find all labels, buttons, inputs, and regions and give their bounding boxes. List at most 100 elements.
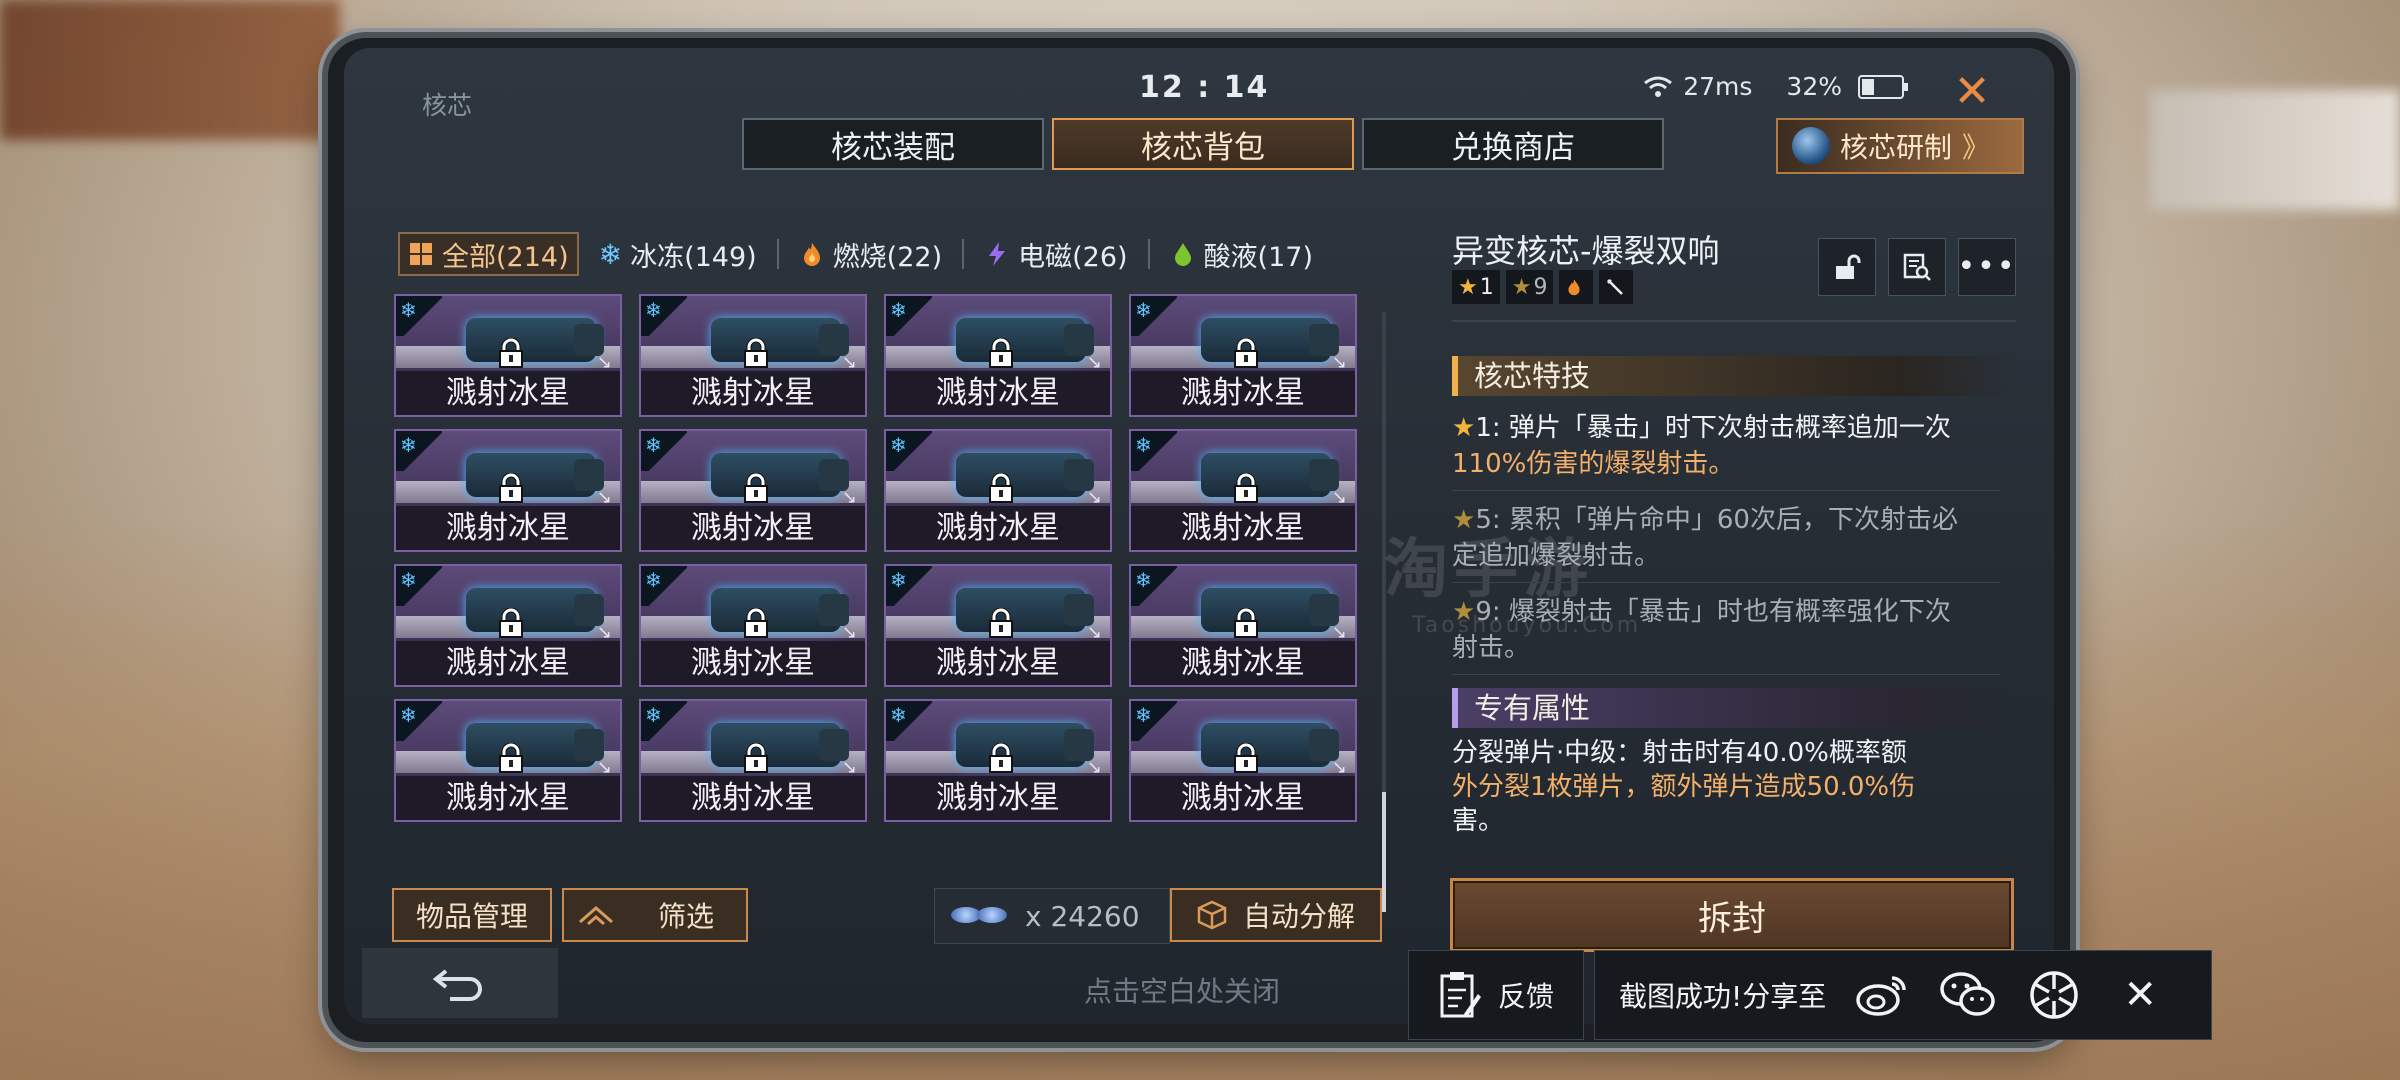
arrow-icon: ↘ bbox=[1086, 352, 1102, 373]
ice-element-icon: ❄ bbox=[400, 568, 417, 592]
filter-all[interactable]: 全部(214) bbox=[398, 232, 579, 276]
filter-ice[interactable]: ❄ 冰冻(149) bbox=[593, 234, 763, 274]
weibo-button[interactable] bbox=[1852, 965, 1912, 1025]
undo-icon bbox=[432, 969, 482, 1001]
core-item-card[interactable]: ❄ ↘ 溅射冰星 bbox=[394, 294, 622, 417]
close-icon: ✕ bbox=[2123, 972, 2157, 1018]
arrow-icon: ↘ bbox=[596, 352, 612, 373]
battery-percent: 32% bbox=[1786, 72, 1842, 101]
filter-acid[interactable]: 酸液(17) bbox=[1164, 234, 1319, 274]
lock-icon bbox=[1234, 743, 1258, 773]
core-item-card[interactable]: ❄ ↘ 溅射冰星 bbox=[884, 564, 1112, 687]
skill-text: 9: 爆裂射击「暴击」时也有概率强化下次 bbox=[1475, 597, 1951, 627]
flame-icon bbox=[803, 243, 820, 266]
core-name: 异变核芯-爆裂双响 bbox=[1452, 232, 1720, 270]
core-item-name: 溅射冰星 bbox=[1131, 776, 1355, 820]
arrow-icon: ↘ bbox=[596, 757, 612, 778]
core-item-image bbox=[956, 723, 1094, 767]
ice-element-icon: ❄ bbox=[1135, 298, 1152, 322]
tab-exchange-shop[interactable]: 兑换商店 bbox=[1362, 118, 1664, 170]
core-item-image bbox=[466, 588, 604, 632]
core-item-card[interactable]: ❄ ↘ 溅射冰星 bbox=[1129, 429, 1357, 552]
core-item-card[interactable]: ❄ ↘ 溅射冰星 bbox=[639, 564, 867, 687]
filter-fire[interactable]: 燃烧(22) bbox=[793, 234, 948, 274]
core-item-image bbox=[1201, 453, 1339, 497]
star-icon: ★ bbox=[1452, 413, 1476, 443]
arrow-icon: ↘ bbox=[1086, 487, 1102, 508]
divider bbox=[776, 239, 779, 269]
background-shelf bbox=[0, 0, 340, 140]
item-management-label: 物品管理 bbox=[415, 900, 528, 933]
core-item-image bbox=[1201, 723, 1339, 767]
grid-scrollbar[interactable] bbox=[1382, 312, 1386, 912]
flame-icon bbox=[1568, 279, 1581, 296]
filter-electro[interactable]: 电磁(26) bbox=[978, 234, 1133, 274]
lock-icon bbox=[744, 743, 768, 773]
ice-element-icon: ❄ bbox=[1135, 433, 1152, 457]
ice-element-icon: ❄ bbox=[645, 568, 662, 592]
share-bar: 截图成功!分享至 ✕ bbox=[1594, 950, 2212, 1040]
ice-element-icon: ❄ bbox=[645, 298, 662, 322]
snowflake-icon: ❄ bbox=[598, 237, 623, 271]
arrow-icon: ↘ bbox=[841, 352, 857, 373]
lock-icon bbox=[499, 338, 523, 368]
core-research-button[interactable]: 核芯研制 》 bbox=[1776, 118, 2024, 174]
core-item-card[interactable]: ❄ ↘ 溅射冰星 bbox=[394, 699, 622, 822]
core-item-image bbox=[711, 453, 849, 497]
item-management-button[interactable]: 物品管理 bbox=[392, 888, 552, 942]
skill-text: 1: 弹片「暴击」时下次射击概率追加一次 bbox=[1475, 413, 1951, 443]
core-item-card[interactable]: ❄ ↘ 溅射冰星 bbox=[884, 294, 1112, 417]
battery-icon bbox=[1858, 74, 1908, 99]
filter-button[interactable]: 筛选 bbox=[562, 888, 748, 942]
moments-button[interactable] bbox=[2024, 965, 2084, 1025]
element-filter-bar: 全部(214) ❄ 冰冻(149) 燃烧(22) 电磁(26) 酸液(17) bbox=[398, 232, 1319, 276]
core-detail-panel: 异变核芯-爆裂双响 ★ 1 ★ 9 ••• 核芯特技 ★1: 弹片「暴击」时下次… bbox=[1430, 188, 2030, 952]
core-item-card[interactable]: ❄ ↘ 溅射冰星 bbox=[639, 699, 867, 822]
research-label: 核芯研制 bbox=[1840, 131, 1953, 164]
core-item-name: 溅射冰星 bbox=[641, 371, 865, 415]
attr-line: 害。 bbox=[1452, 806, 1505, 836]
attr-line: 分裂弹片·中级：射击时有40.0%概率额 bbox=[1452, 738, 1907, 768]
game-screen: 核芯 12 : 14 27ms 32% ✕ 核芯装配 核芯背包 兑换商店 核芯研… bbox=[344, 48, 2054, 1024]
section-core-skill: 核芯特技 bbox=[1452, 356, 2012, 396]
tab-core-assembly[interactable]: 核芯装配 bbox=[742, 118, 1044, 170]
wechat-button[interactable] bbox=[1938, 965, 1998, 1025]
close-share-button[interactable]: ✕ bbox=[2110, 965, 2170, 1025]
core-item-card[interactable]: ❄ ↘ 溅射冰星 bbox=[1129, 699, 1357, 822]
core-item-name: 溅射冰星 bbox=[886, 776, 1110, 820]
more-options-button[interactable]: ••• bbox=[1957, 238, 2016, 296]
lock-icon bbox=[1234, 608, 1258, 638]
lock-icon bbox=[744, 473, 768, 503]
core-item-card[interactable]: ❄ ↘ 溅射冰星 bbox=[394, 429, 622, 552]
core-item-card[interactable]: ❄ ↘ 溅射冰星 bbox=[639, 429, 867, 552]
lock-icon bbox=[499, 473, 523, 503]
core-item-image bbox=[956, 453, 1094, 497]
core-item-card[interactable]: ❄ ↘ 溅射冰星 bbox=[639, 294, 867, 417]
lock-icon bbox=[744, 608, 768, 638]
core-item-card[interactable]: ❄ ↘ 溅射冰星 bbox=[1129, 294, 1357, 417]
crystal-counter: x 24260 bbox=[934, 888, 1170, 944]
lock-icon bbox=[1234, 338, 1258, 368]
acid-drop-icon bbox=[1174, 243, 1191, 266]
scrollbar-thumb[interactable] bbox=[1382, 792, 1386, 912]
ice-element-icon: ❄ bbox=[890, 703, 907, 727]
attr-line: 外分裂1枚弹片，额外弹片造成50.0%伤 bbox=[1452, 772, 1916, 802]
core-item-card[interactable]: ❄ ↘ 溅射冰星 bbox=[884, 429, 1112, 552]
detail-actions: ••• bbox=[1818, 238, 2016, 296]
arrow-icon: ↘ bbox=[1086, 622, 1102, 643]
tab-core-backpack[interactable]: 核芯背包 bbox=[1052, 118, 1354, 170]
skill-text: 5: 累积「弹片命中」60次后，下次射击必 bbox=[1475, 505, 1958, 535]
close-icon[interactable]: ✕ bbox=[1946, 66, 1998, 118]
auto-decompose-button[interactable]: 自动分解 bbox=[1170, 888, 1382, 942]
unseal-button[interactable]: 拆封 bbox=[1450, 878, 2014, 952]
core-item-image bbox=[466, 318, 604, 362]
core-item-card[interactable]: ❄ ↘ 溅射冰星 bbox=[1129, 564, 1357, 687]
detail-view-button[interactable] bbox=[1888, 238, 1946, 296]
star-level: 9 bbox=[1533, 274, 1548, 300]
core-item-card[interactable]: ❄ ↘ 溅射冰星 bbox=[884, 699, 1112, 822]
core-item-image bbox=[711, 588, 849, 632]
core-item-card[interactable]: ❄ ↘ 溅射冰星 bbox=[394, 564, 622, 687]
unlock-button[interactable] bbox=[1818, 238, 1876, 296]
back-button[interactable] bbox=[362, 948, 558, 1018]
feedback-button[interactable]: 反馈 bbox=[1408, 950, 1584, 1040]
